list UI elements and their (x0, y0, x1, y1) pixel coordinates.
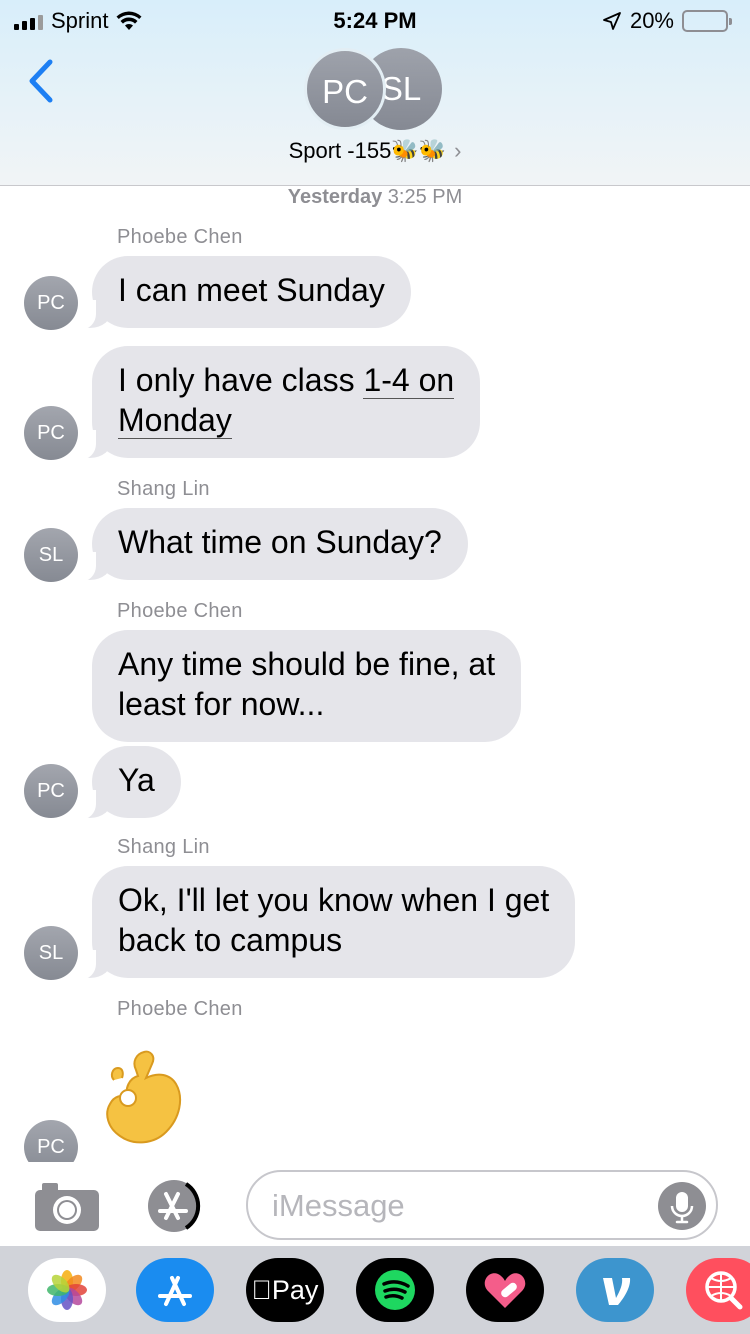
venmo-icon[interactable] (576, 1258, 654, 1322)
heart-app-icon[interactable] (466, 1258, 544, 1322)
compose-bar (0, 1162, 750, 1246)
message-bubble[interactable]: Any time should be fine, at least for no… (92, 630, 522, 742)
date-link[interactable]: Monday (118, 402, 232, 439)
sender-name: Shang Lin (117, 836, 210, 858)
message-text: What time on Sunday? (118, 524, 442, 560)
message-text: I can meet Sunday (118, 272, 385, 308)
app-drawer: Pay (0, 1246, 750, 1334)
avatar[interactable]: PC (24, 406, 78, 460)
sender-name: Shang Lin (117, 478, 210, 500)
message-text: Any time should be fine, at (118, 646, 496, 682)
microphone-button[interactable] (658, 1182, 706, 1230)
avatar-pc: PC (304, 48, 386, 130)
avatar[interactable]: PC (24, 276, 78, 330)
sender-name: Phoebe Chen (117, 226, 243, 248)
message-text: I only have class (118, 362, 364, 398)
status-right: 20% (602, 6, 732, 36)
message-bubble[interactable]: Ok, I'll let you know when I get back to… (67, 866, 576, 980)
microphone-icon (670, 1192, 694, 1224)
app-store-icon[interactable] (140, 1178, 212, 1234)
apple-pay-icon[interactable]: Pay (246, 1258, 324, 1322)
timestamp: Yesterday 3:25 PM (0, 186, 750, 209)
apple-pay-label: Pay (252, 1275, 319, 1305)
message-thread[interactable]: Yesterday 3:25 PM Phoebe Chen I can meet… (0, 186, 750, 1162)
date-link[interactable]: 1-4 on (363, 362, 455, 399)
message-input[interactable] (272, 1184, 652, 1228)
message-text: back to campus (118, 922, 343, 958)
search-web-icon[interactable] (686, 1258, 750, 1322)
back-chevron-icon[interactable] (22, 56, 62, 106)
battery-percent: 20% (629, 8, 674, 33)
message-text: least for now... (118, 686, 325, 722)
avatar[interactable]: SL (24, 926, 78, 980)
message-bubble[interactable]: Ya (68, 746, 181, 820)
camera-icon[interactable] (34, 1180, 100, 1232)
message-bubble[interactable]: I can meet Sunday (68, 256, 411, 330)
app-store-icon[interactable] (136, 1258, 214, 1322)
sender-name: Phoebe Chen (117, 600, 243, 622)
group-avatars[interactable]: SL PC (300, 48, 450, 130)
message-text: Ok, I'll let you know when I get (118, 882, 550, 918)
timestamp-time: 3:25 PM (387, 186, 463, 208)
message-bubble[interactable]: I only have class 1-4 on Monday (67, 346, 481, 460)
photos-app-icon[interactable] (28, 1258, 106, 1322)
battery-icon (682, 10, 732, 32)
timestamp-day: Yesterday (287, 186, 383, 208)
avatar[interactable]: SL (24, 528, 78, 582)
message-bubble[interactable]: What time on Sunday? (68, 508, 468, 582)
conversation-header: Sprint 5:24 PM 20% SL PC Sport -155🐝🐝 › (0, 0, 750, 186)
sender-name: Phoebe Chen (117, 998, 243, 1020)
avatar[interactable]: PC (24, 1120, 78, 1162)
location-arrow-icon (603, 12, 621, 30)
message-text: Ya (118, 762, 155, 798)
ok-hand-emoji-icon[interactable] (100, 1048, 186, 1148)
avatar[interactable]: PC (24, 764, 78, 818)
spotify-icon[interactable] (356, 1258, 434, 1322)
group-name: Sport -155🐝🐝 (288, 138, 447, 163)
message-field[interactable] (246, 1170, 718, 1240)
group-name-button[interactable]: Sport -155🐝🐝 › (0, 138, 750, 164)
chevron-right-icon: › (454, 138, 462, 163)
